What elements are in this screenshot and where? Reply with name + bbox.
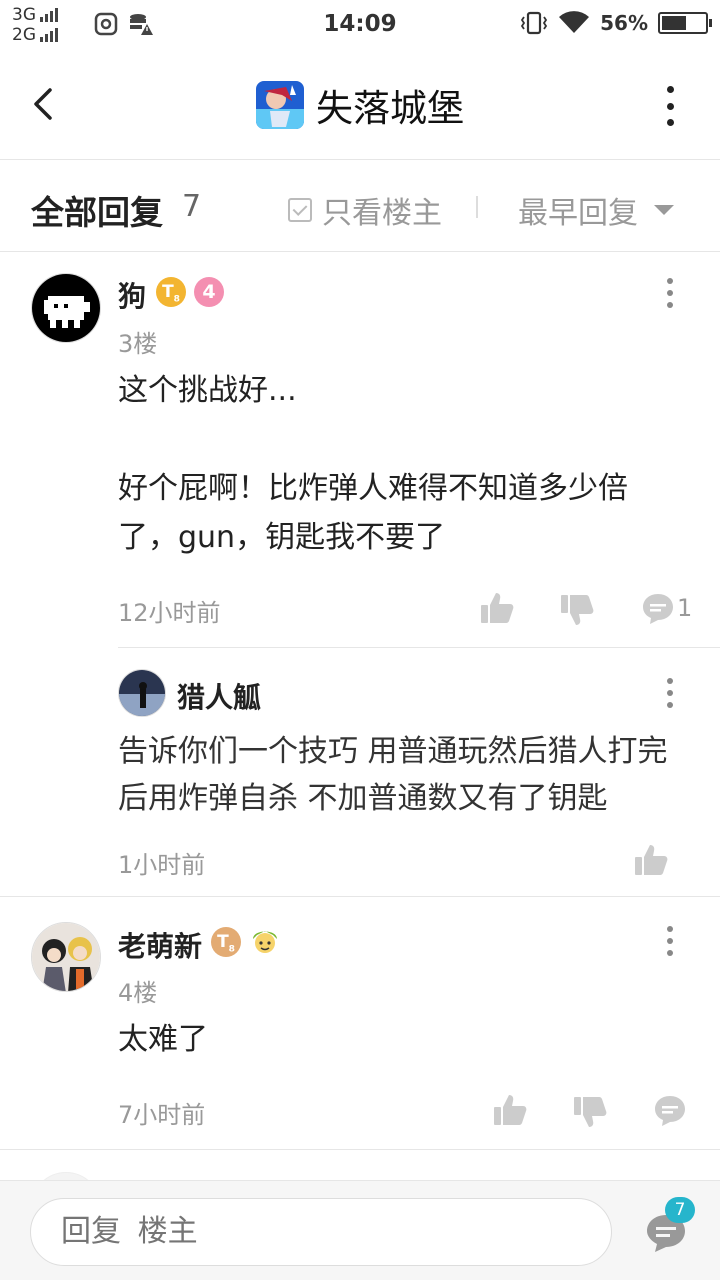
username[interactable]: 狗 [118, 275, 146, 315]
title-bar: 失落城堡 [0, 50, 720, 160]
post-time: 12小时前 [118, 599, 221, 627]
username[interactable]: 猎人觚 [177, 676, 261, 716]
reply-count: 7 [182, 189, 202, 224]
post-time: 7小时前 [118, 1101, 206, 1129]
more-options-icon[interactable] [660, 86, 680, 126]
divider [118, 647, 720, 648]
status-right: 56% [520, 11, 712, 35]
reply-text-line: 后用炸弹自杀 不加普通数又有了钥匙 [118, 781, 608, 816]
floor-number: 3楼 [118, 330, 158, 358]
avatar[interactable] [118, 669, 166, 717]
post-more-icon[interactable] [664, 278, 676, 308]
reply-text-line: 告诉你们一个技巧 用普通玩然后猎人打完 [118, 734, 668, 769]
avatar[interactable] [31, 922, 101, 992]
post-more-icon[interactable] [664, 926, 676, 956]
filter-bar: 全部回复 7 只看楼主 最早回复 [0, 160, 720, 252]
reply-content: 告诉你们一个技巧 用普通玩然后猎人打完 后用炸弹自杀 不加普通数又有了钥匙 [118, 728, 708, 822]
bottom-reply-bar [0, 1180, 720, 1280]
comment-icon[interactable] [652, 1093, 688, 1129]
character-badge-icon [253, 931, 277, 953]
comment-icon[interactable] [640, 591, 676, 627]
all-replies-label: 全部回复 [31, 193, 163, 232]
post-text-line: 太难了 [118, 1022, 208, 1057]
reply-input[interactable] [30, 1198, 612, 1266]
status-bar: 3G 2G 14:09 56% [0, 0, 720, 50]
divider [476, 196, 478, 218]
only-op-toggle[interactable]: 只看楼主 [288, 188, 442, 232]
checkbox-icon[interactable] [288, 198, 312, 222]
floor-number: 4楼 [118, 979, 158, 1007]
divider [0, 896, 720, 897]
page-title: 失落城堡 [316, 87, 464, 130]
avatar[interactable] [31, 273, 101, 343]
post-text-line: 这个挑战好... [118, 373, 297, 408]
thumbs-down-icon[interactable] [572, 1094, 608, 1130]
battery-percent: 56% [600, 11, 648, 35]
battery-fill [662, 16, 686, 30]
wifi-icon [559, 11, 590, 34]
post-text-line: 了，gun，钥匙我不要了 [118, 520, 446, 555]
member-badge-icon: T8 [211, 927, 241, 957]
level-badge: 4 [194, 277, 224, 307]
forum-icon [256, 81, 304, 129]
thumbs-down-icon[interactable] [559, 592, 595, 628]
vibrate-icon [521, 11, 548, 35]
divider [0, 1149, 720, 1150]
reply-more-icon[interactable] [664, 678, 676, 708]
battery-icon [658, 12, 712, 34]
thumbs-up-icon[interactable] [633, 842, 669, 878]
thumbs-up-icon[interactable] [479, 590, 515, 626]
post-content: 这个挑战好... 好个屁啊！比炸弹人难得不知道多少倍 了，gun，钥匙我不要了 [118, 366, 698, 562]
post-text-line: 好个屁啊！比炸弹人难得不知道多少倍 [118, 471, 628, 506]
title-group: 失落城堡 [0, 78, 720, 132]
reply-count-badge: 7 [665, 1197, 695, 1223]
sort-dropdown[interactable]: 最早回复 [518, 188, 674, 232]
comment-count: 1 [677, 594, 693, 622]
only-op-label: 只看楼主 [322, 196, 442, 231]
member-badge-icon: T8 [156, 277, 186, 307]
username[interactable]: 老萌新 [118, 925, 202, 965]
reply-time: 1小时前 [118, 851, 206, 879]
sort-label: 最早回复 [518, 196, 638, 231]
chevron-down-icon [654, 205, 674, 215]
thumbs-up-icon[interactable] [492, 1092, 528, 1128]
post-content: 太难了 [118, 1015, 698, 1064]
